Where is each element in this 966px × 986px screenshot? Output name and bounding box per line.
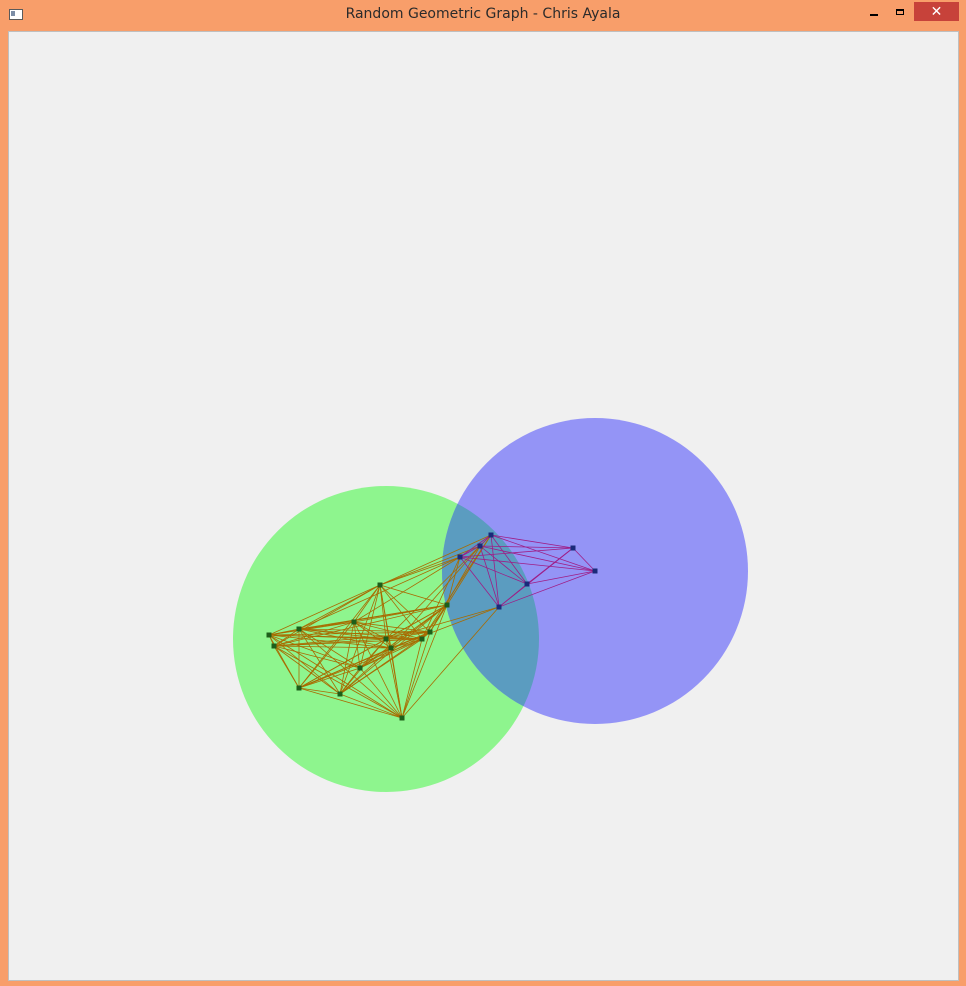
green-node (388, 645, 394, 651)
green-node (383, 636, 389, 642)
blue-node (496, 604, 502, 610)
green-node (399, 715, 405, 721)
green-node (296, 626, 302, 632)
graph-canvas (233, 418, 748, 792)
blue-node (592, 568, 598, 574)
green-node (337, 691, 343, 697)
blue-node (524, 581, 530, 587)
app-window: Random Geometric Graph - Chris Ayala ✕ (0, 0, 966, 986)
green-node (357, 665, 363, 671)
green-node (419, 636, 425, 642)
green-node (351, 619, 357, 625)
green-node (427, 629, 433, 635)
green-node (296, 685, 302, 691)
blue-node (488, 532, 494, 538)
green-node (377, 582, 383, 588)
blue-node (477, 543, 483, 549)
green-node (271, 643, 277, 649)
green-node (266, 632, 272, 638)
green-node (444, 602, 450, 608)
blue-node (457, 554, 463, 560)
blue-node (570, 545, 576, 551)
